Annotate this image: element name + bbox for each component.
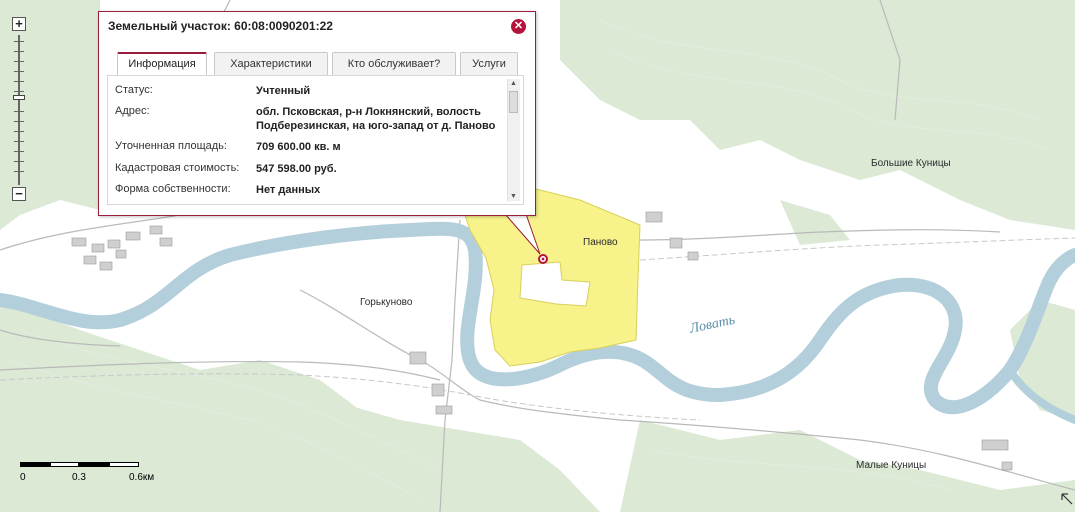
field-value: 547 598.00 руб.	[256, 163, 337, 175]
zoom-out-button[interactable]: −	[12, 187, 26, 201]
field-label: Статус:	[115, 84, 153, 96]
tab-services[interactable]: Услуги	[460, 52, 518, 76]
scale-segment	[20, 462, 50, 467]
zoom-slider-handle[interactable]	[13, 95, 25, 100]
scrollbar-thumb[interactable]	[509, 91, 518, 113]
tab-characteristics[interactable]: Характеристики	[214, 52, 328, 76]
tab-who-serves[interactable]: Кто обслуживает?	[332, 52, 456, 76]
scale-bar: 0 0.3 0.6км	[20, 462, 180, 486]
zoom-track[interactable]	[18, 35, 20, 185]
zoom-tick	[14, 51, 24, 52]
field-label: Уточненная площадь:	[115, 140, 227, 152]
tab-info[interactable]: Информация	[117, 52, 207, 76]
place-label: Малые Куницы	[856, 460, 927, 471]
zoom-tick	[14, 41, 24, 42]
scale-segment	[79, 462, 109, 467]
zoom-tick	[14, 111, 24, 112]
scale-label: 0	[20, 472, 26, 483]
scroll-down-icon[interactable]: ▼	[510, 193, 517, 200]
field-label: Кадастровая стоимость:	[115, 162, 240, 174]
scroll-up-icon[interactable]: ▲	[510, 80, 517, 87]
place-label: Горькуново	[360, 297, 413, 308]
zoom-tick	[14, 71, 24, 72]
zoom-tick	[14, 171, 24, 172]
info-panel[interactable]: Статус: Учтенный Адрес: обл. Псковская, …	[107, 75, 524, 205]
zoom-tick	[14, 121, 24, 122]
scale-segment	[109, 462, 139, 467]
parcel-info-popup: Земельный участок: 60:08:0090201:22 ✕ Ин…	[98, 11, 536, 216]
field-label: Адрес:	[115, 105, 150, 117]
field-label: Форма собственности:	[115, 183, 231, 195]
close-icon[interactable]: ✕	[511, 19, 526, 34]
zoom-in-button[interactable]: +	[12, 17, 26, 31]
zoom-control: + −	[10, 17, 28, 205]
zoom-tick	[14, 131, 24, 132]
panel-scrollbar[interactable]: ▲ ▼	[507, 79, 520, 201]
scale-label: 0.3	[72, 472, 86, 483]
zoom-tick	[14, 141, 24, 142]
field-value: Нет данных	[256, 184, 321, 196]
popup-title: Земельный участок: 60:08:0090201:22	[108, 19, 333, 33]
zoom-tick	[14, 161, 24, 162]
field-value: обл. Псковская, р-н Локнянский, волость …	[256, 106, 496, 132]
place-label: Большие Куницы	[871, 158, 951, 169]
zoom-tick	[14, 91, 24, 92]
zoom-tick	[14, 61, 24, 62]
zoom-tick	[14, 151, 24, 152]
field-value: 709 600.00 кв. м	[256, 141, 341, 153]
field-value: Учтенный	[256, 85, 311, 97]
place-label: Паново	[583, 237, 618, 248]
scale-label: 0.6км	[129, 472, 155, 483]
scale-segment	[50, 462, 79, 467]
zoom-tick	[14, 81, 24, 82]
